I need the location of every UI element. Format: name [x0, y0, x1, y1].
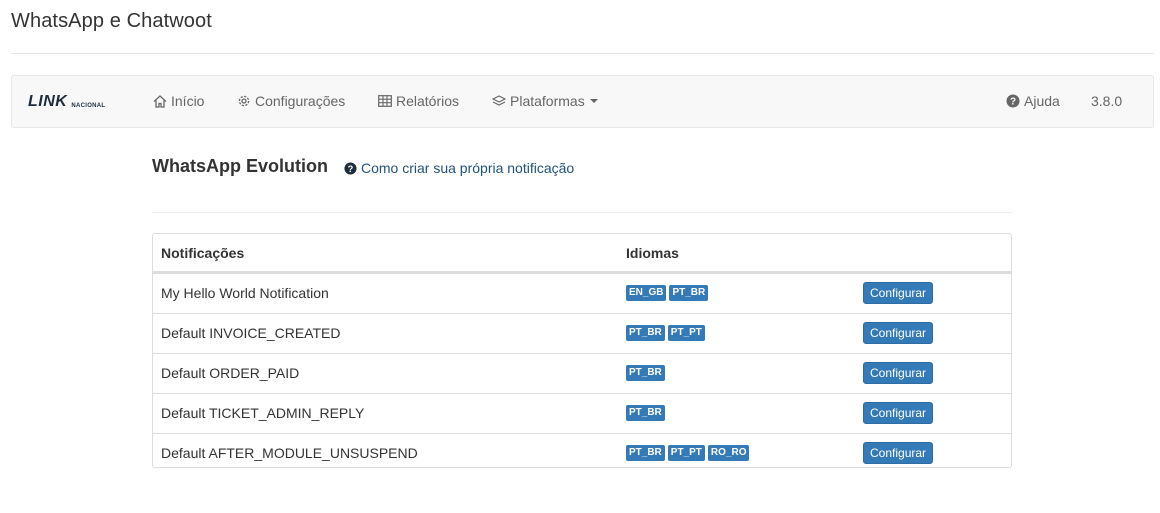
table-row: Default AFTER_MODULE_UNSUSPEND PT_BR PT_…	[153, 433, 1011, 467]
language-badge: PT_BR	[626, 365, 665, 381]
logo-main-text: LINK	[28, 93, 68, 110]
table-row: Default TICKET_ADMIN_REPLY PT_BR Configu…	[153, 393, 1011, 433]
language-badges: PT_BR	[626, 365, 665, 381]
notification-name: My Hello World Notification	[161, 285, 329, 301]
question-circle-icon: ?	[1006, 94, 1020, 108]
navbar: LINK NACIONAL Início Configurações Relat…	[11, 75, 1154, 128]
nav-item-label: Configurações	[255, 93, 346, 109]
howto-link-label: Como criar sua própria notificação	[361, 160, 575, 176]
nav-item-label: Relatórios	[396, 93, 460, 109]
notification-name: Default INVOICE_CREATED	[161, 325, 341, 341]
table-icon	[378, 95, 392, 107]
nav-item-label: Início	[171, 93, 205, 109]
notifications-table: Notificações Idiomas My Hello World Noti…	[152, 233, 1012, 468]
column-header-idiomas: Idiomas	[626, 245, 679, 261]
logo-sub-text: NACIONAL	[71, 103, 106, 109]
table-header: Notificações Idiomas	[153, 234, 1011, 273]
svg-text:?: ?	[348, 163, 354, 173]
brand-logo[interactable]: LINK NACIONAL	[28, 94, 105, 110]
language-badges: EN_GB PT_BR	[626, 285, 709, 301]
language-badge: PT_PT	[667, 445, 705, 461]
configurar-button[interactable]: Configurar	[863, 322, 934, 344]
howto-link[interactable]: ? Como criar sua própria notificação	[344, 160, 574, 176]
version-label: 3.8.0	[1091, 93, 1123, 109]
page-title: WhatsApp e Chatwoot	[11, 10, 212, 32]
home-icon	[153, 94, 167, 108]
content-divider	[152, 212, 1012, 213]
nav-item-label: Ajuda	[1024, 93, 1060, 109]
nav-item-relatorios[interactable]: Relatórios	[378, 91, 459, 111]
language-badge: PT_BR	[626, 405, 665, 421]
configurar-button[interactable]: Configurar	[863, 442, 934, 464]
svg-text:?: ?	[1010, 97, 1016, 108]
table-row: My Hello World Notification EN_GB PT_BR …	[153, 273, 1011, 313]
nav-item-inicio[interactable]: Início	[153, 91, 204, 111]
configurar-button[interactable]: Configurar	[863, 402, 934, 424]
layers-icon	[492, 94, 506, 106]
table-row: Default ORDER_PAID PT_BR Configurar	[153, 353, 1011, 393]
language-badge: PT_BR	[626, 325, 665, 341]
caret-down-icon	[589, 99, 598, 103]
language-badges: PT_BR	[626, 405, 665, 421]
language-badges: PT_BR PT_PT	[626, 325, 705, 341]
nav-item-plataformas[interactable]: Plataformas	[492, 91, 598, 111]
nav-item-label: Plataformas	[510, 93, 585, 109]
notification-name: Default TICKET_ADMIN_REPLY	[161, 405, 365, 421]
column-header-notificacoes: Notificações	[161, 245, 245, 261]
language-badge: EN_GB	[626, 285, 667, 301]
table-row: Default INVOICE_CREATED PT_BR PT_PT Conf…	[153, 313, 1011, 353]
configurar-button[interactable]: Configurar	[863, 362, 934, 384]
notification-name: Default ORDER_PAID	[161, 365, 300, 381]
notification-name: Default AFTER_MODULE_UNSUSPEND	[161, 445, 418, 461]
question-circle-icon: ?	[344, 161, 357, 175]
section-title: WhatsApp Evolution	[152, 156, 328, 176]
nav-item-ajuda[interactable]: ? Ajuda	[1006, 91, 1060, 111]
language-badge: PT_BR	[626, 445, 665, 461]
language-badge: RO_RO	[707, 445, 750, 461]
nav-item-configuracoes[interactable]: Configurações	[237, 91, 345, 111]
gear-icon	[238, 95, 250, 107]
title-divider	[11, 53, 1154, 54]
language-badge: PT_PT	[667, 325, 705, 341]
language-badges: PT_BR PT_PT RO_RO	[626, 445, 750, 461]
language-badge: PT_BR	[669, 285, 709, 301]
configurar-button[interactable]: Configurar	[863, 282, 934, 304]
